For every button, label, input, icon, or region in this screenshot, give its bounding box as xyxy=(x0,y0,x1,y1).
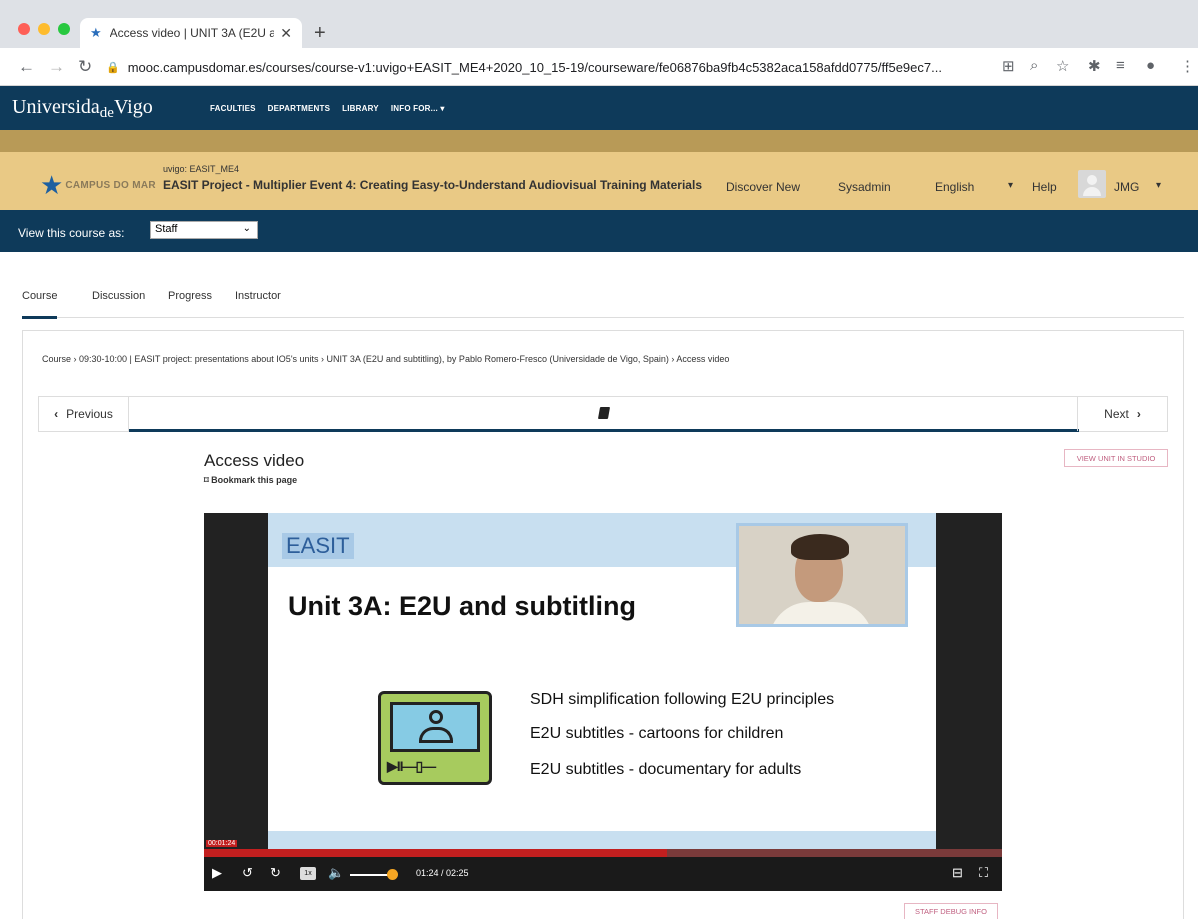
logo-label: CAMPUS DO MAR xyxy=(65,179,156,191)
next-button[interactable]: Next › xyxy=(1077,397,1167,431)
tab-discussion[interactable]: Discussion xyxy=(92,290,145,302)
zoom-icon[interactable]: ⌕ xyxy=(1030,57,1038,74)
view-as-select[interactable]: Staff ⌄ xyxy=(150,221,258,239)
tab-title: Access video | UNIT 3A (E2U a xyxy=(109,26,275,40)
reload-icon[interactable]: ↻ xyxy=(78,57,92,77)
course-name: EASIT Project - Multiplier Event 4: Crea… xyxy=(163,178,702,192)
video-unit-icon[interactable] xyxy=(597,407,611,419)
slide-bullet: SDH simplification following E2U princip… xyxy=(530,691,835,708)
nav-departments[interactable]: DEPARTMENTS xyxy=(268,104,331,113)
select-chevron-icon: ⌄ xyxy=(242,223,251,234)
previous-label: Previous xyxy=(66,407,113,421)
sysadmin-link[interactable]: Sysadmin xyxy=(838,180,891,194)
menu-dots-icon[interactable]: ⋮ xyxy=(1180,57,1195,75)
breadcrumb[interactable]: Course › 09:30-10:00 | EASIT project: pr… xyxy=(42,354,729,364)
tab-instructor[interactable]: Instructor xyxy=(235,290,281,302)
avatar[interactable] xyxy=(1078,170,1106,198)
video-controls: ▶ ↺ ↻ 1x 🔈 01:24 / 02:25 ⊟ ⛶ xyxy=(204,857,1002,891)
star-favicon-icon: ★ xyxy=(90,25,102,40)
slide-title: Unit 3A: E2U and subtitling xyxy=(288,591,636,621)
window-close-button[interactable] xyxy=(18,23,30,35)
window-minimize-button[interactable] xyxy=(38,23,50,35)
logo-text-2: Vigo xyxy=(113,96,153,118)
window-zoom-button[interactable] xyxy=(58,23,70,35)
profile-icon[interactable]: ● xyxy=(1146,57,1155,74)
bookmark-label: Bookmark this page xyxy=(211,475,298,485)
campus-do-mar-logo[interactable]: ★ CAMPUS DO MAR xyxy=(40,172,156,198)
course-header: ★ CAMPUS DO MAR uvigo: EASIT_ME4 EASIT P… xyxy=(0,152,1198,210)
view-as-label: View this course as: xyxy=(18,226,125,240)
video-progress-fill xyxy=(204,849,667,857)
video-player-illustration-icon: ▶II—▯— xyxy=(378,691,492,785)
url-field[interactable]: 🔒 mooc.campusdomar.es/courses/course-v1:… xyxy=(106,55,986,79)
browser-tab[interactable]: ★ Access video | UNIT 3A (E2U a ✕ xyxy=(80,18,302,48)
star-logo-icon: ★ xyxy=(40,170,64,200)
slide-bullet: E2U subtitles - documentary for adults xyxy=(530,761,802,778)
tab-course[interactable]: Course xyxy=(22,290,58,319)
previous-button[interactable]: ‹ Previous xyxy=(39,397,129,431)
tab-progress[interactable]: Progress xyxy=(168,290,212,302)
course-tabs: Course Discussion Progress Instructor xyxy=(22,282,1184,319)
progress-time-tag: 00:01:24 xyxy=(206,840,238,847)
volume-slider[interactable] xyxy=(350,874,390,876)
language-select[interactable]: English xyxy=(935,180,974,194)
tab-close-icon[interactable]: ✕ xyxy=(280,25,292,42)
view-as-value: Staff xyxy=(155,223,178,235)
help-link[interactable]: Help xyxy=(1032,180,1057,194)
video-progress-bar[interactable]: 00:01:24 xyxy=(204,840,1002,857)
lock-icon: 🔒 xyxy=(106,61,120,74)
university-logo[interactable]: UniversidadeVigo xyxy=(12,96,153,121)
easit-logo: EASIT xyxy=(282,533,354,559)
university-nav: FACULTIES DEPARTMENTS LIBRARY INFO FOR..… xyxy=(210,104,445,113)
extensions-icon[interactable]: ✱ xyxy=(1088,57,1101,75)
presenter-webcam xyxy=(736,523,908,627)
transcript-icon[interactable]: ⊟ xyxy=(952,865,963,881)
play-icon[interactable]: ▶ xyxy=(212,865,222,881)
discover-new-link[interactable]: Discover New xyxy=(726,180,800,194)
username-menu[interactable]: JMG xyxy=(1114,180,1139,194)
volume-icon[interactable]: 🔈 xyxy=(328,865,344,881)
gold-strip xyxy=(0,130,1198,152)
forward-arrow-icon[interactable]: → xyxy=(48,57,65,77)
logo-text-1: Universida xyxy=(12,96,100,118)
university-bar: UniversidadeVigo FACULTIES DEPARTMENTS L… xyxy=(0,86,1198,130)
slide-bullet: E2U subtitles - cartoons for children xyxy=(530,725,784,742)
user-chevron-icon[interactable]: ▾ xyxy=(1156,180,1161,191)
url-text: mooc.campusdomar.es/courses/course-v1:uv… xyxy=(127,59,942,75)
chevron-left-icon: ‹ xyxy=(54,407,59,421)
volume-handle[interactable] xyxy=(387,869,398,880)
sequence-nav: ‹ Previous Next › xyxy=(38,396,1168,432)
nav-info-for[interactable]: INFO FOR... ▾ xyxy=(391,104,445,113)
active-unit-indicator xyxy=(129,429,1079,432)
back-arrow-icon[interactable]: ← xyxy=(18,57,35,77)
nav-faculties[interactable]: FACULTIES xyxy=(210,104,256,113)
bookmark-button[interactable]: ⌑ Bookmark this page xyxy=(204,475,297,486)
video-player[interactable]: EASIT Unit 3A: E2U and subtitling ▶II—▯—… xyxy=(204,513,1002,891)
next-label: Next xyxy=(1104,407,1129,421)
bookmark-icon: ⌑ xyxy=(204,475,209,485)
reading-list-icon[interactable]: ≡ xyxy=(1116,57,1125,74)
logo-text-de: de xyxy=(99,105,114,121)
new-tab-button[interactable]: + xyxy=(314,22,326,45)
browser-tab-bar: ★ Access video | UNIT 3A (E2U a ✕ + xyxy=(0,0,1198,48)
language-chevron-icon[interactable]: ▾ xyxy=(1008,180,1013,191)
video-frame: EASIT Unit 3A: E2U and subtitling ▶II—▯—… xyxy=(268,513,936,849)
video-time-display: 01:24 / 02:25 xyxy=(416,868,469,878)
view-in-studio-button[interactable]: VIEW UNIT IN STUDIO xyxy=(1064,449,1168,467)
chevron-right-icon: › xyxy=(1136,407,1141,421)
speed-button[interactable]: 1x xyxy=(300,867,316,880)
translate-icon[interactable]: ⊞ xyxy=(1002,57,1015,75)
staff-view-bar: View this course as: Staff ⌄ xyxy=(0,210,1198,252)
fullscreen-icon[interactable]: ⛶ xyxy=(979,865,988,881)
skip-back-icon[interactable]: ↺ xyxy=(242,865,253,881)
nav-library[interactable]: LIBRARY xyxy=(342,104,379,113)
course-id: uvigo: EASIT_ME4 xyxy=(163,164,240,174)
staff-debug-button[interactable]: STAFF DEBUG INFO xyxy=(904,903,998,919)
bookmark-star-icon[interactable]: ☆ xyxy=(1056,57,1069,75)
skip-forward-icon[interactable]: ↻ xyxy=(270,865,281,881)
page-title: Access video xyxy=(204,451,305,470)
address-bar: ← → ↻ 🔒 mooc.campusdomar.es/courses/cour… xyxy=(0,48,1198,86)
slide-footer-band xyxy=(268,831,936,849)
